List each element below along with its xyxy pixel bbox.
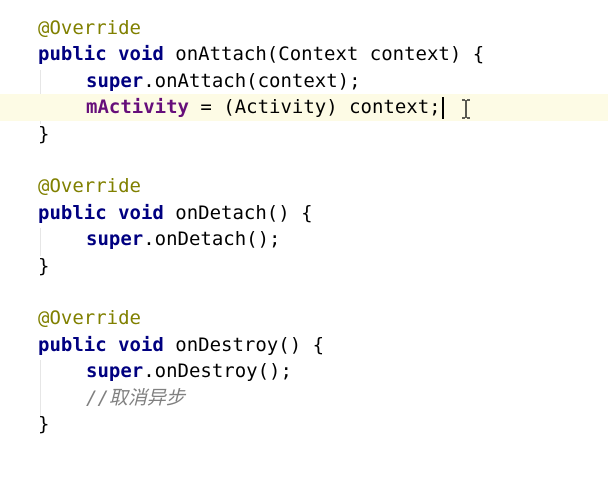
code-line[interactable]: super.onDetach(); — [0, 226, 608, 252]
field-mactivity: mActivity — [86, 96, 189, 119]
code-line[interactable]: @Override — [0, 305, 608, 331]
closing-brace: } — [38, 122, 50, 145]
code-line[interactable]: //取消异步 — [0, 385, 608, 411]
statement-text: .onAttach(context); — [143, 69, 361, 92]
statement-text: .onDetach(); — [143, 228, 281, 251]
keyword-super: super — [86, 228, 144, 251]
statement-text: .onDestroy(); — [143, 360, 292, 383]
method-signature: public void onDestroy() { — [38, 332, 324, 358]
method-signature: public void onAttach(Context context) { — [38, 41, 484, 67]
code-line[interactable]: public void onDetach() { — [0, 200, 608, 226]
code-line[interactable]: } — [0, 411, 608, 437]
statement: super.onDestroy(); — [86, 358, 292, 384]
statement: super.onDetach(); — [86, 226, 280, 252]
code-line[interactable]: super.onDestroy(); — [0, 358, 608, 384]
annotation-override: @Override — [38, 175, 141, 198]
closing-brace: } — [38, 254, 50, 277]
keyword-super: super — [86, 69, 144, 92]
keyword-public: public — [38, 333, 107, 356]
annotation-override: @Override — [38, 307, 141, 330]
code-editor[interactable]: @Override public void onAttach(Context c… — [0, 0, 608, 479]
statement: mActivity = (Activity) context; — [86, 94, 444, 120]
keyword-public: public — [38, 201, 107, 224]
code-line[interactable]: @Override — [0, 173, 608, 199]
keyword-void: void — [118, 333, 164, 356]
method-signature: public void onDetach() { — [38, 200, 313, 226]
code-line[interactable]: super.onAttach(context); — [0, 68, 608, 94]
signature-text: onDestroy() { — [163, 333, 325, 356]
signature-text: onDetach() { — [163, 201, 313, 224]
keyword-void: void — [118, 43, 164, 66]
text-caret — [441, 96, 444, 119]
current-line-highlight[interactable]: mActivity = (Activity) context; — [0, 94, 608, 121]
code-line[interactable]: @Override — [0, 15, 608, 41]
code-line[interactable]: public void onDestroy() { — [0, 332, 608, 358]
code-line[interactable]: public void onAttach(Context context) { — [0, 41, 608, 67]
code-line[interactable]: } — [0, 121, 608, 147]
keyword-super: super — [86, 360, 144, 383]
signature-text: onAttach(Context context) { — [163, 43, 485, 66]
statement-text: = (Activity) context; — [188, 96, 441, 119]
code-line[interactable]: } — [0, 253, 608, 279]
closing-brace: } — [38, 413, 50, 435]
comment: //取消异步 — [86, 386, 185, 409]
keyword-public: public — [38, 43, 107, 66]
annotation-override: @Override — [38, 17, 141, 39]
statement: super.onAttach(context); — [86, 68, 361, 94]
keyword-void: void — [118, 201, 164, 224]
text-cursor-ibeam-icon — [462, 99, 470, 119]
